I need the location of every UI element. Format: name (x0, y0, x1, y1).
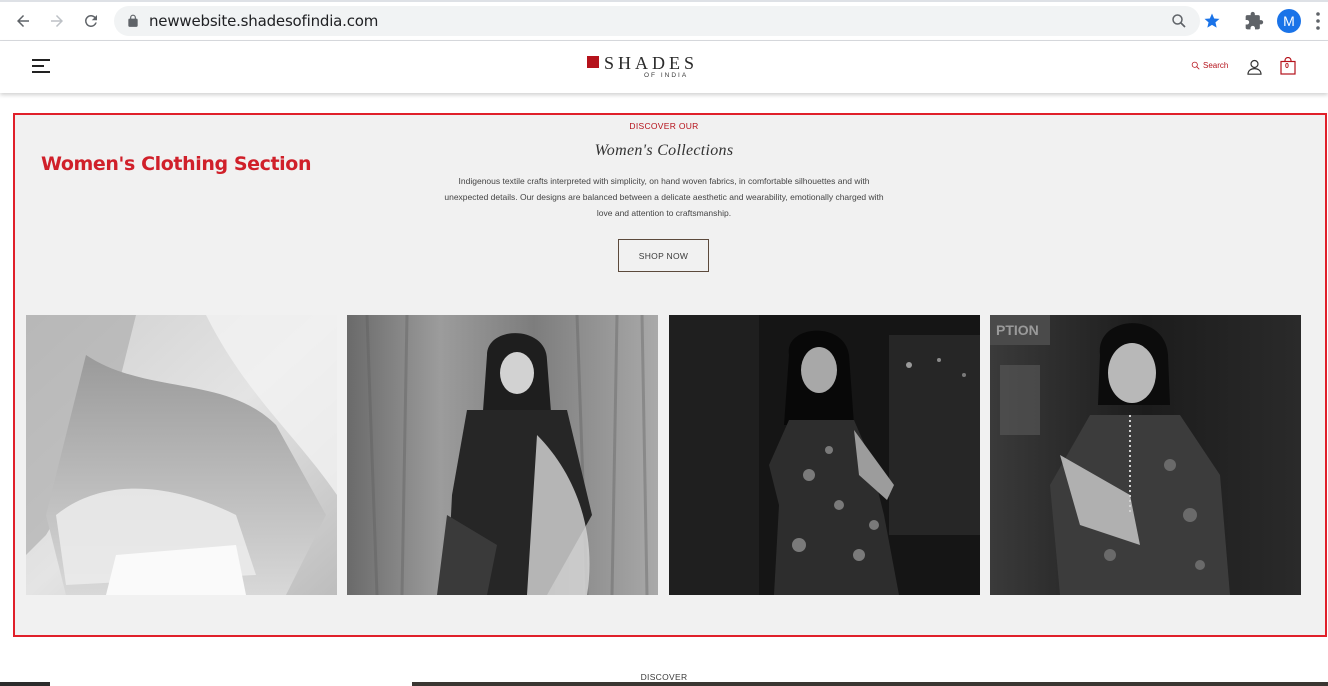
search-icon (1191, 61, 1200, 70)
forward-button[interactable] (46, 10, 68, 32)
collection-photo-4[interactable]: PTION (990, 315, 1301, 595)
user-account-icon[interactable] (1247, 59, 1262, 75)
logo-wordmark: SHADES (604, 53, 699, 73)
cart-count: 0 (1285, 63, 1289, 70)
svg-text:PTION: PTION (996, 322, 1039, 338)
zoom-icon[interactable] (1170, 12, 1188, 30)
search-label: Search (1203, 61, 1229, 70)
annotation-label: Women's Clothing Section (41, 153, 312, 175)
shop-now-button[interactable]: SHOP NOW (618, 239, 709, 272)
tabstrip-edge (0, 0, 1328, 2)
browser-menu-icon[interactable] (1314, 11, 1322, 31)
extensions-puzzle-icon[interactable] (1244, 11, 1264, 31)
next-section-image-strip (0, 682, 50, 686)
floral-dress-image (669, 315, 980, 595)
back-button[interactable] (12, 10, 34, 32)
address-bar[interactable]: newwebsite.shadesofindia.com (114, 6, 1220, 36)
browser-toolbar: newwebsite.shadesofindia.com M (0, 0, 1328, 41)
logo-tagline: OF INDIA (644, 72, 689, 79)
lock-icon[interactable] (126, 14, 140, 28)
search-button[interactable]: Search (1191, 61, 1228, 70)
next-section-eyebrow: DISCOVER (640, 672, 688, 682)
site-header: SHADES OF INDIA Search 0 (0, 41, 1328, 93)
forward-arrow-icon (51, 15, 63, 27)
reload-button[interactable] (80, 10, 102, 32)
bookmark-star-icon[interactable] (1203, 12, 1221, 30)
logo-mark (587, 56, 599, 68)
draped-outfit-image (26, 315, 337, 595)
back-arrow-icon (17, 15, 29, 27)
seated-woman-image (347, 315, 658, 595)
section-description: Indigenous textile crafts interpreted wi… (444, 176, 884, 218)
site-logo[interactable]: SHADES OF INDIA (587, 53, 697, 83)
collection-photo-1[interactable] (26, 315, 337, 595)
portrait-woman-image: PTION (990, 315, 1301, 595)
collection-photo-3[interactable] (669, 315, 980, 595)
hamburger-menu-icon[interactable] (32, 58, 50, 74)
cart-button[interactable]: 0 (1280, 56, 1296, 75)
section-eyebrow: DISCOVER OUR (629, 121, 699, 131)
reload-icon (85, 15, 97, 27)
profile-avatar[interactable]: M (1277, 9, 1301, 33)
collection-photo-2[interactable] (347, 315, 658, 595)
next-section-image-strip (412, 682, 1328, 686)
url-text[interactable]: newwebsite.shadesofindia.com (149, 12, 378, 30)
